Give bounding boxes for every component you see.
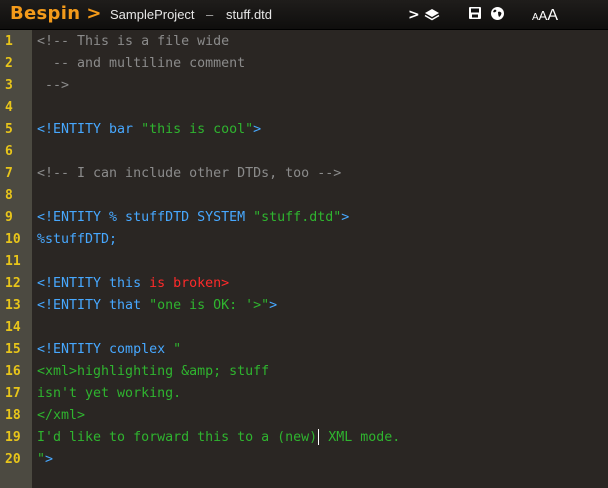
line-number-gutter[interactable]: 1 2 3 4 5 6 7 8 9 10 11 12 13 14 15 16 17 18 19 20 <box>0 30 32 488</box>
code-line[interactable]: <!ENTITY that "one is OK: '>"> <box>37 295 277 317</box>
code-line[interactable]: <!-- This is a file wide <box>37 31 229 53</box>
code-token-comment: <!-- I can include other DTDs, too --> <box>37 166 342 181</box>
logo-text: Bespin <box>10 3 81 24</box>
code-token-tag: > <box>253 122 262 137</box>
line-number: 18 <box>5 408 21 423</box>
code-token-plain: I'd like to forward this to a (new) <box>37 430 318 445</box>
code-token-tag: > <box>45 452 54 467</box>
code-token-tag: %stuffDTD; <box>37 232 118 247</box>
code-line[interactable]: %stuffDTD; <box>37 229 117 251</box>
file-name[interactable]: stuff.dtd <box>226 7 272 22</box>
line-number: 5 <box>5 122 13 137</box>
code-token-plain: XML mode. <box>320 430 401 445</box>
command-line-icon[interactable]: > <box>408 6 420 24</box>
code-token-tag: <!ENTITY complex <box>37 342 174 357</box>
code-token-tag: <!ENTITY bar <box>37 122 142 137</box>
code-token-comment: --> <box>37 78 70 93</box>
line-number: 11 <box>5 254 21 269</box>
code-token-string: " <box>37 452 46 467</box>
code-line[interactable]: <!ENTITY this is broken> <box>37 273 229 295</box>
layers-icon[interactable] <box>424 6 440 24</box>
line-number: 8 <box>5 188 13 203</box>
code-token-string: "stuff.dtd" <box>253 210 342 225</box>
project-name[interactable]: SampleProject <box>110 7 195 22</box>
font-size-icon[interactable]: AAA <box>532 6 558 24</box>
line-number: 7 <box>5 166 13 181</box>
logo-arrow: > <box>86 3 102 24</box>
code-line[interactable]: I'd like to forward this to a (new) XML … <box>37 427 400 449</box>
line-number: 9 <box>5 210 13 225</box>
line-number: 20 <box>5 452 21 467</box>
top-bar: Bespin > SampleProject – stuff.dtd > AAA <box>0 0 608 30</box>
code-token-tag: <!ENTITY that <box>37 298 150 313</box>
code-line[interactable]: isn't yet working. <box>37 383 181 405</box>
globe-icon[interactable] <box>490 6 505 24</box>
code-line[interactable]: <xml>highlighting &amp; stuff <box>37 361 269 383</box>
code-line[interactable]: -- and multiline comment <box>37 53 245 75</box>
line-number: 3 <box>5 78 13 93</box>
save-icon[interactable] <box>468 6 482 24</box>
breadcrumb-separator: – <box>206 7 214 22</box>
line-number: 14 <box>5 320 21 335</box>
code-line[interactable]: "> <box>37 449 53 471</box>
line-number: 15 <box>5 342 21 357</box>
code-token-string: "one is OK: '>" <box>149 298 270 313</box>
line-number: 19 <box>5 430 21 445</box>
code-token-comment: <!-- This is a file wide <box>37 34 230 49</box>
code-token-plain: isn't yet working. <box>37 386 182 401</box>
code-token-string: "this is cool" <box>141 122 254 137</box>
line-number: 4 <box>5 100 13 115</box>
code-token-tag: > <box>269 298 278 313</box>
line-number: 17 <box>5 386 21 401</box>
code-token-string: " <box>173 342 182 357</box>
code-token-plain: </xml> <box>37 408 86 423</box>
code-line[interactable]: <!ENTITY % stuffDTD SYSTEM "stuff.dtd"> <box>37 207 349 229</box>
code-token-comment: -- and multiline comment <box>37 56 246 71</box>
code-token-tag: > <box>341 210 350 225</box>
code-token-error: is broken> <box>149 276 230 291</box>
line-number: 6 <box>5 144 13 159</box>
code-token-tag: <!ENTITY this <box>37 276 150 291</box>
line-number: 10 <box>5 232 21 247</box>
code-editor[interactable]: <!-- This is a file wide -- and multilin… <box>32 30 608 488</box>
font-size-small-label: A <box>532 12 539 23</box>
code-line[interactable]: <!ENTITY complex " <box>37 339 181 361</box>
line-number: 16 <box>5 364 21 379</box>
code-line[interactable]: <!ENTITY bar "this is cool"> <box>37 119 261 141</box>
code-line[interactable]: </xml> <box>37 405 85 427</box>
code-line[interactable]: <!-- I can include other DTDs, too --> <box>37 163 341 185</box>
line-number: 2 <box>5 56 13 71</box>
line-number: 1 <box>5 34 13 49</box>
line-number: 13 <box>5 298 21 313</box>
code-token-tag: <!ENTITY % stuffDTD SYSTEM <box>37 210 254 225</box>
line-number: 12 <box>5 276 21 291</box>
code-line[interactable]: --> <box>37 75 69 97</box>
font-size-large-label: A <box>547 7 559 24</box>
bespin-logo[interactable]: Bespin > <box>10 3 102 24</box>
code-token-plain: <xml>highlighting &amp; stuff <box>37 364 270 379</box>
